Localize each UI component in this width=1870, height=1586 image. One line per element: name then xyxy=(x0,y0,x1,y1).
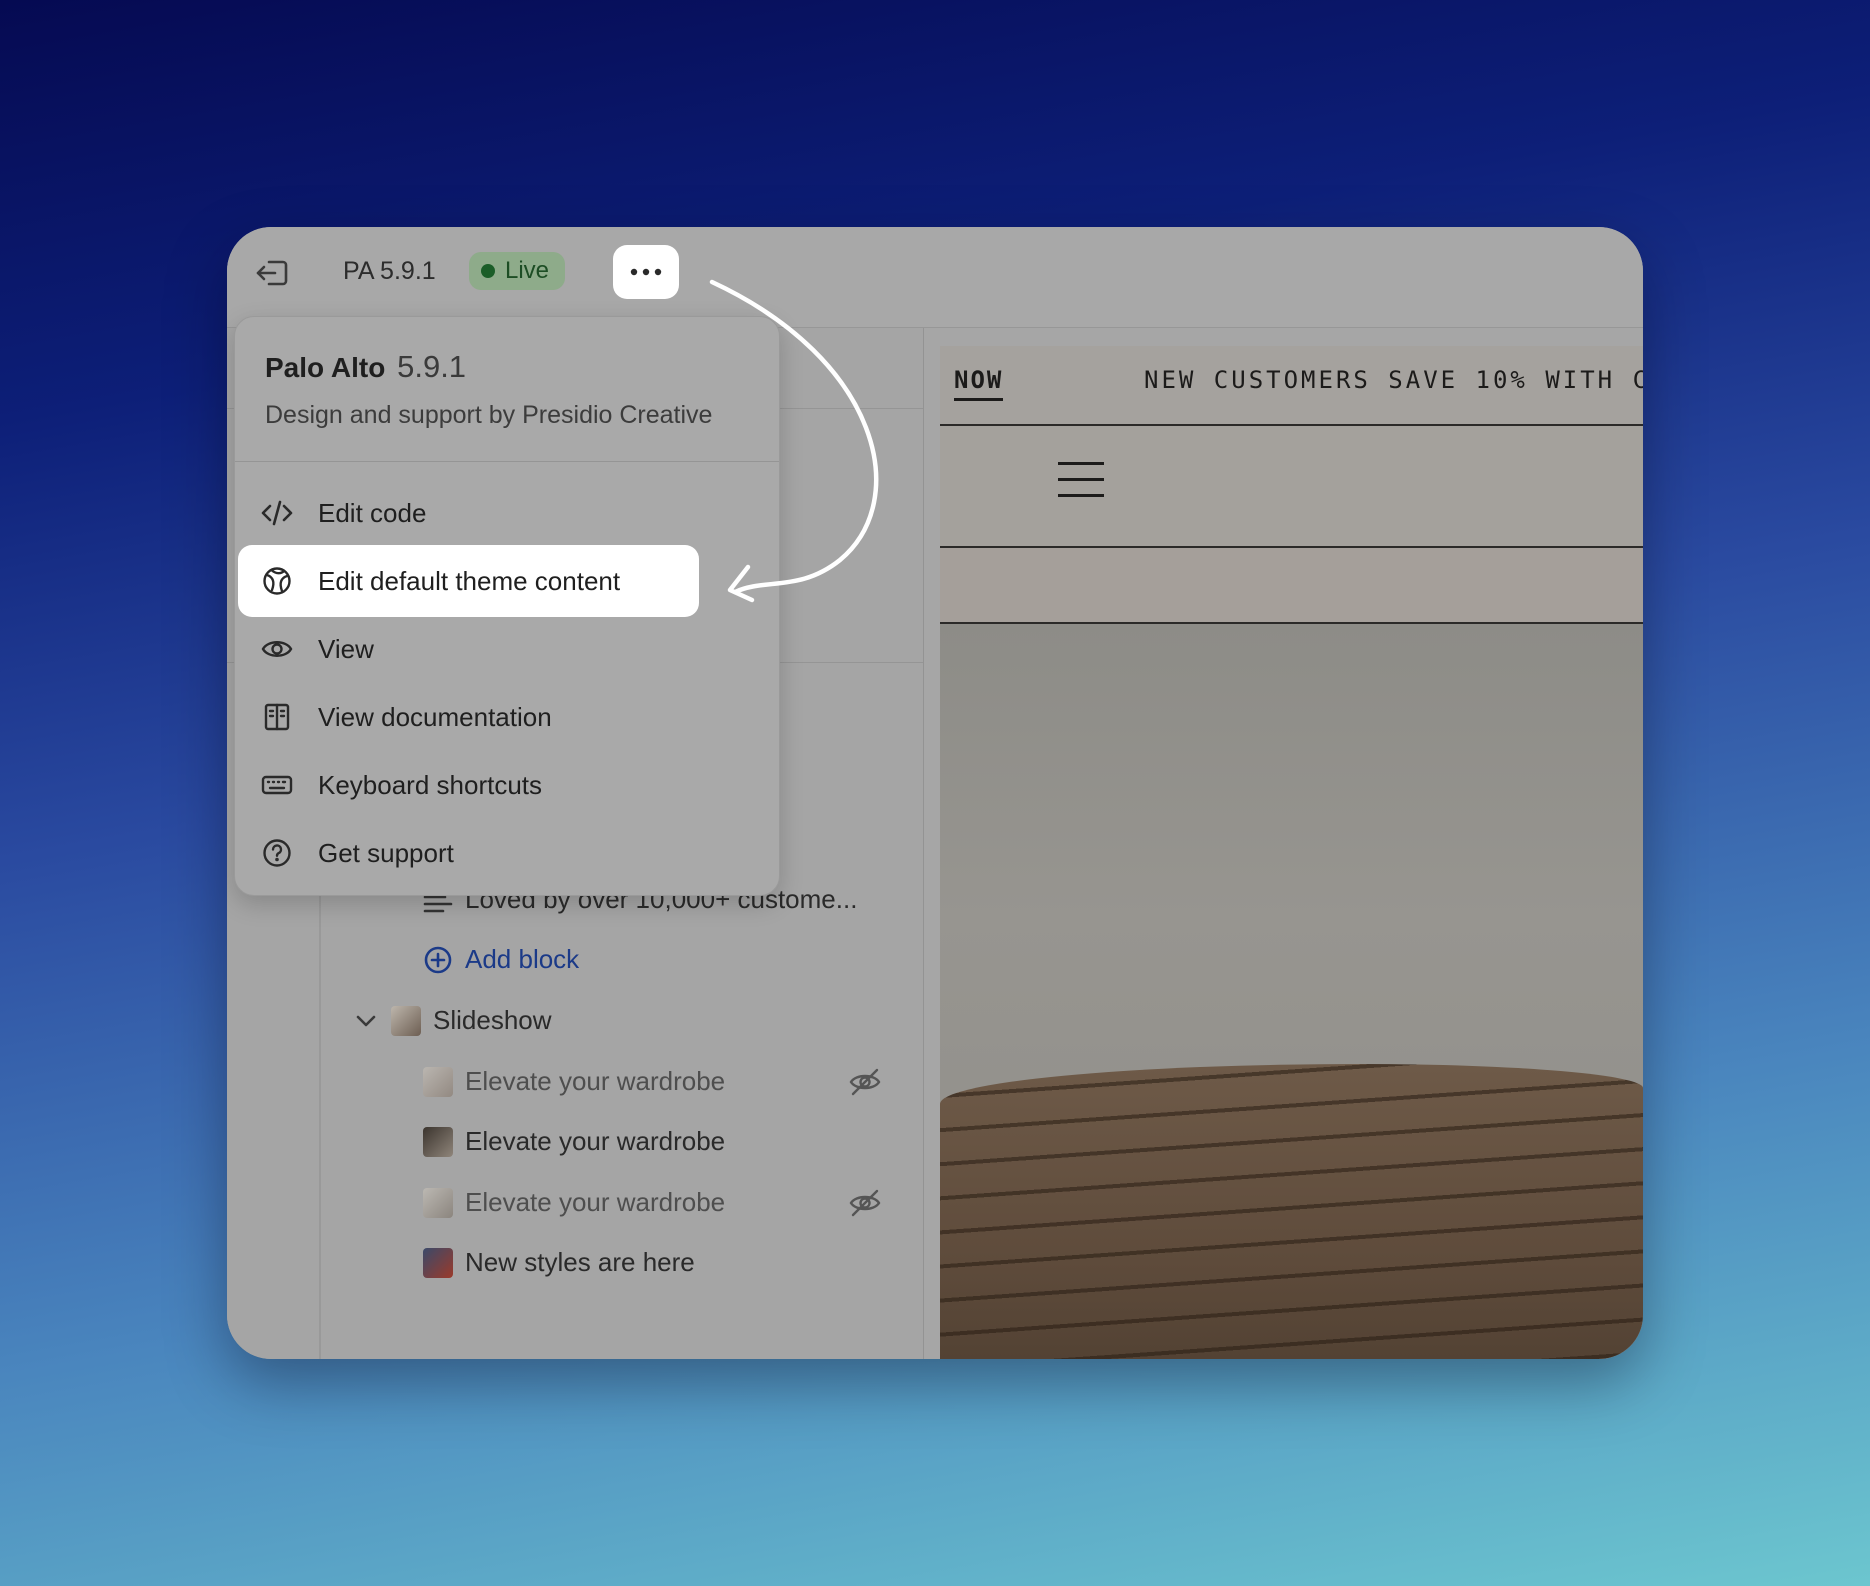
tree-item-label: New styles are here xyxy=(465,1247,695,1277)
eye-icon xyxy=(261,641,293,657)
menu-item-label: Edit code xyxy=(318,497,427,528)
eye-off-icon[interactable] xyxy=(849,1189,881,1217)
tree-item-slide[interactable]: Elevate your wardrobe xyxy=(423,1187,923,1218)
more-actions-button[interactable] xyxy=(613,245,679,299)
eye-off-icon[interactable] xyxy=(849,1068,881,1096)
tree-section-slideshow[interactable]: Slideshow xyxy=(355,1005,552,1036)
live-status-label: Live xyxy=(505,257,550,284)
slide-thumbnail xyxy=(423,1126,453,1157)
menu-item-label: Keyboard shortcuts xyxy=(318,769,543,800)
header-strip xyxy=(940,548,1643,624)
plus-circle-icon xyxy=(424,946,452,973)
hamburger-menu-icon[interactable] xyxy=(1058,462,1104,502)
keyboard-icon xyxy=(261,775,293,795)
slide-thumbnail xyxy=(423,1187,453,1218)
tree-item-slide[interactable]: New styles are here xyxy=(423,1247,695,1278)
chevron-down-icon[interactable] xyxy=(355,1014,377,1028)
menu-theme-title: Palo Alto 5.9.1 xyxy=(265,349,466,385)
sweater-photo xyxy=(940,1064,1643,1359)
more-actions-menu: Palo Alto 5.9.1 Design and support by Pr… xyxy=(234,316,780,896)
code-icon xyxy=(261,500,293,526)
menu-item-get-support[interactable]: Get support xyxy=(238,817,699,889)
menu-item-label: Edit default theme content xyxy=(318,565,621,596)
menu-item-view[interactable]: View xyxy=(238,613,699,685)
ellipsis-icon xyxy=(630,268,662,276)
menu-theme-subtitle: Design and support by Presidio Creative xyxy=(265,401,713,429)
menu-item-edit-default-theme-content[interactable]: Edit default theme content xyxy=(238,545,699,617)
live-dot-icon xyxy=(481,264,495,278)
tree-item-label: Elevate your wardrobe xyxy=(465,1066,726,1096)
tree-item-label: Slideshow xyxy=(433,1005,552,1035)
menu-item-keyboard-shortcuts[interactable]: Keyboard shortcuts xyxy=(238,749,699,821)
exit-button[interactable] xyxy=(251,255,293,291)
live-status-badge: Live xyxy=(469,252,566,290)
tree-item-label: Elevate your wardrobe xyxy=(465,1187,726,1217)
book-icon xyxy=(264,703,290,731)
menu-item-edit-code[interactable]: Edit code xyxy=(238,477,699,549)
hero-image xyxy=(940,624,1643,1359)
exit-icon xyxy=(256,260,288,286)
menu-item-view-documentation[interactable]: View documentation xyxy=(238,681,699,753)
announcement-bar: NOW NEW CUSTOMERS SAVE 10% WITH C xyxy=(940,346,1643,426)
announcement-text: NEW CUSTOMERS SAVE 10% WITH C xyxy=(1144,366,1643,394)
theme-version: 5.9.1 xyxy=(397,349,467,384)
store-header xyxy=(940,426,1643,548)
theme-name-short: PA 5.9.1 xyxy=(343,257,436,285)
tree-item-slide[interactable]: Elevate your wardrobe xyxy=(423,1126,725,1157)
add-block-label: Add block xyxy=(465,944,580,974)
menu-item-label: Get support xyxy=(318,837,454,868)
slideshow-thumbnail xyxy=(391,1005,421,1036)
tree-item-slide[interactable]: Elevate your wardrobe xyxy=(423,1066,923,1097)
menu-item-label: View xyxy=(318,633,374,664)
announcement-now: NOW xyxy=(954,366,1004,401)
theme-editor-window: PA 5.9.1 Live Loved by over 10,000+ cust… xyxy=(227,227,1643,1359)
menu-item-label: View documentation xyxy=(318,701,552,732)
store-preview: NOW NEW CUSTOMERS SAVE 10% WITH C xyxy=(940,346,1643,1359)
menu-divider xyxy=(235,461,779,462)
theme-name: Palo Alto xyxy=(265,352,386,383)
slide-thumbnail xyxy=(423,1247,453,1278)
tree-item-label: Elevate your wardrobe xyxy=(465,1126,726,1156)
question-icon xyxy=(263,839,291,867)
top-bar: PA 5.9.1 Live xyxy=(227,227,1643,328)
add-block-button[interactable]: Add block xyxy=(423,944,579,975)
globe-icon xyxy=(263,567,291,595)
slide-thumbnail xyxy=(423,1066,453,1097)
